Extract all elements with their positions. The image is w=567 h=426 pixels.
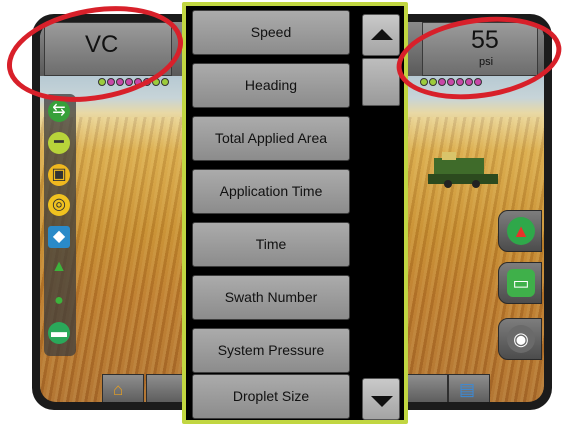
bottom-tab-3[interactable] (406, 374, 448, 402)
chat-button[interactable]: ▭ (498, 262, 542, 304)
camera-button[interactable]: ◉ (498, 318, 542, 360)
dropdown-item-swath-number[interactable]: Swath Number (192, 275, 350, 320)
nav-arrow-icon: ▲ (507, 217, 535, 245)
dropdown-item-time[interactable]: Time (192, 222, 350, 267)
dropdown-item-heading[interactable]: Heading (192, 63, 350, 108)
screens-icon: ▤ (459, 380, 476, 399)
left-toolbar: ⇆ ━ ▣ ◎ ◆ ▲ ● ▬ (44, 94, 76, 356)
marker-icon[interactable]: ◆ (48, 226, 70, 248)
scroll-thumb[interactable] (362, 58, 400, 106)
dropdown-item-droplet-size[interactable]: Droplet Size (192, 374, 350, 419)
combine-harvester-icon (428, 152, 498, 188)
dropdown-item-speed[interactable]: Speed (192, 10, 350, 55)
dropdown-list: Speed Heading Total Applied Area Applica… (186, 6, 404, 420)
drop-icon[interactable]: ● (48, 290, 70, 312)
alert-icon[interactable]: ▣ (48, 164, 70, 186)
gps-icon[interactable]: ◎ (48, 194, 70, 216)
boom-icon[interactable]: ━ (48, 132, 70, 154)
guidance-mode-icon[interactable]: ⇆ (48, 100, 70, 122)
scroll-down-button[interactable] (362, 378, 400, 420)
triangle-down-icon (371, 396, 393, 407)
chat-icon: ▭ (507, 269, 535, 297)
home-tab[interactable]: ⌂ (102, 374, 144, 402)
screens-tab[interactable]: ▤ (448, 374, 490, 402)
nav-button[interactable]: ▲ (498, 210, 542, 252)
data-selection-dropdown: Speed Heading Total Applied Area Applica… (182, 2, 408, 424)
home-icon: ⌂ (113, 380, 124, 399)
vehicle-icon[interactable]: ▲ (48, 256, 70, 278)
scroll-up-button[interactable] (362, 14, 400, 56)
dropdown-item-total-applied-area[interactable]: Total Applied Area (192, 116, 350, 161)
triangle-up-icon (371, 29, 393, 40)
dropdown-item-application-time[interactable]: Application Time (192, 169, 350, 214)
dropdown-item-system-pressure[interactable]: System Pressure (192, 328, 350, 373)
dropdown-scrollbar[interactable] (362, 14, 400, 420)
camera-icon: ◉ (507, 325, 535, 353)
rate-icon[interactable]: ▬ (48, 322, 70, 344)
